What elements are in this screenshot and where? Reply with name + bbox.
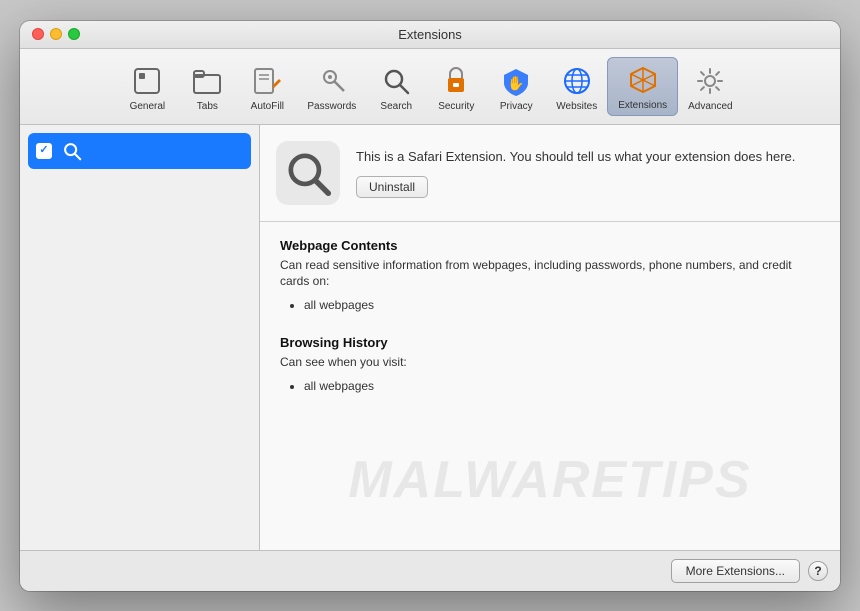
extension-info-section: This is a Safari Extension. You should t… (260, 125, 840, 222)
toolbar-item-general[interactable]: General (117, 59, 177, 116)
extensions-icon (625, 62, 661, 98)
toolbar-item-tabs[interactable]: Tabs (177, 59, 237, 116)
general-label: General (130, 101, 166, 112)
window-title: Extensions (398, 27, 462, 42)
svg-text:✋: ✋ (508, 75, 525, 91)
autofill-icon (249, 63, 285, 99)
browsing-history-item-1: all webpages (304, 377, 820, 396)
more-extensions-button[interactable]: More Extensions... (671, 559, 800, 583)
search-toolbar-icon (378, 63, 414, 99)
toolbar-item-passwords[interactable]: Passwords (297, 59, 366, 116)
close-button[interactable] (32, 28, 44, 40)
browsing-history-title: Browsing History (280, 335, 820, 350)
checkmark-icon: ✓ (39, 145, 48, 156)
minimize-button[interactable] (50, 28, 62, 40)
help-button[interactable]: ? (808, 561, 828, 581)
browsing-history-list: all webpages (280, 377, 820, 396)
general-icon (129, 63, 165, 99)
tabs-icon (189, 63, 225, 99)
extensions-label: Extensions (618, 100, 667, 111)
permission-group-webpage: Webpage Contents Can read sensitive info… (280, 238, 820, 316)
passwords-label: Passwords (307, 101, 356, 112)
toolbar-item-security[interactable]: Security (426, 59, 486, 116)
tabs-label: Tabs (197, 101, 218, 112)
extension-icon (276, 141, 340, 205)
toolbar-item-privacy[interactable]: ✋ Privacy (486, 59, 546, 116)
bottom-bar: More Extensions... ? (20, 550, 840, 591)
toolbar-item-websites[interactable]: Websites (546, 59, 607, 116)
webpage-contents-list: all webpages (280, 296, 820, 315)
toolbar-item-advanced[interactable]: Advanced (678, 59, 742, 116)
security-icon (438, 63, 474, 99)
permissions-section: Webpage Contents Can read sensitive info… (260, 222, 840, 550)
privacy-label: Privacy (500, 101, 533, 112)
sidebar: ✓ (20, 125, 260, 550)
main-window: Extensions General (20, 21, 840, 591)
window-controls (32, 28, 80, 40)
websites-icon (559, 63, 595, 99)
titlebar: Extensions (20, 21, 840, 49)
browsing-history-description: Can see when you visit: (280, 354, 820, 371)
main-content: ✓ MALWARETIPS (20, 125, 840, 550)
toolbar-items: General Tabs (117, 57, 742, 116)
webpage-contents-item-1: all webpages (304, 296, 820, 315)
sidebar-item-search-ext[interactable]: ✓ (28, 133, 251, 169)
passwords-icon (314, 63, 350, 99)
toolbar-item-search[interactable]: Search (366, 59, 426, 116)
webpage-contents-title: Webpage Contents (280, 238, 820, 253)
extension-checkbox[interactable]: ✓ (36, 143, 52, 159)
permission-group-history: Browsing History Can see when you visit:… (280, 335, 820, 396)
extension-description: This is a Safari Extension. You should t… (356, 147, 824, 167)
search-label: Search (380, 101, 412, 112)
toolbar-item-extensions[interactable]: Extensions (607, 57, 678, 116)
extension-details: This is a Safari Extension. You should t… (356, 147, 824, 199)
autofill-label: AutoFill (251, 101, 284, 112)
toolbar: General Tabs (20, 49, 840, 125)
toolbar-item-autofill[interactable]: AutoFill (237, 59, 297, 116)
advanced-label: Advanced (688, 101, 732, 112)
websites-label: Websites (556, 101, 597, 112)
privacy-icon: ✋ (498, 63, 534, 99)
search-ext-icon (60, 139, 84, 163)
maximize-button[interactable] (68, 28, 80, 40)
uninstall-button[interactable]: Uninstall (356, 176, 428, 198)
advanced-icon (692, 63, 728, 99)
content-panel: MALWARETIPS This is a Safari Extension. … (260, 125, 840, 550)
webpage-contents-description: Can read sensitive information from webp… (280, 257, 820, 291)
security-label: Security (438, 101, 474, 112)
